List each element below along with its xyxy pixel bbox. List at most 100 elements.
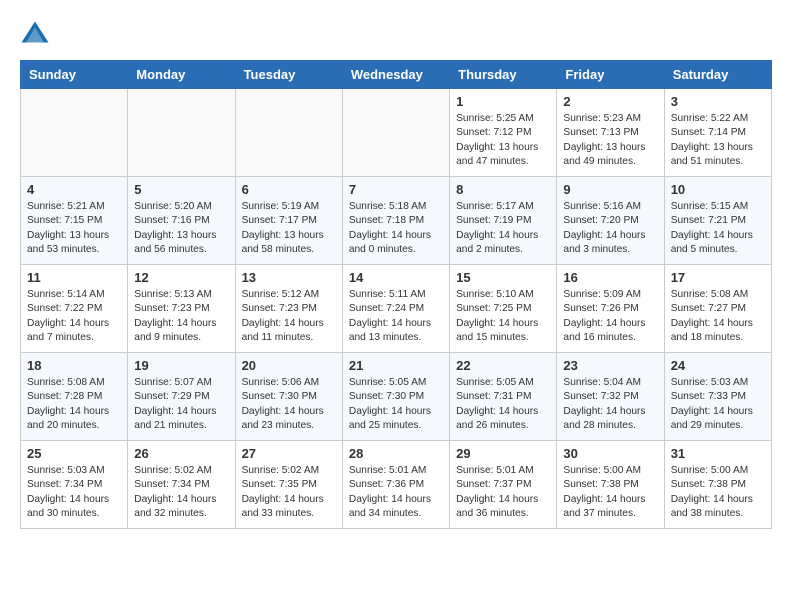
day-number: 19	[134, 358, 228, 373]
calendar-cell: 18 Sunrise: 5:08 AMSunset: 7:28 PMDayligh…	[21, 353, 128, 441]
weekday-header-saturday: Saturday	[664, 61, 771, 89]
day-info: Sunrise: 5:12 AMSunset: 7:23 PMDaylight:…	[242, 288, 336, 345]
day-info: Sunrise: 5:06 AMSunset: 7:30 PMDaylight:…	[242, 376, 336, 433]
week-row-5: 25 Sunrise: 5:03 AMSunset: 7:34 PMDayligh…	[21, 441, 772, 529]
day-info: Sunrise: 5:22 AMSunset: 7:14 PMDaylight:…	[671, 112, 765, 169]
day-number: 1	[456, 94, 550, 109]
calendar-cell: 20 Sunrise: 5:06 AMSunset: 7:30 PMDayligh…	[235, 353, 342, 441]
day-info: Sunrise: 5:05 AMSunset: 7:30 PMDaylight:…	[349, 376, 443, 433]
calendar-cell: 16Sunrise: 5:09 AMSunset: 7:26 PMDayligh…	[557, 265, 664, 353]
day-number: 20	[242, 358, 336, 373]
week-row-2: 4 Sunrise: 5:21 AMSunset: 7:15 PMDaylight…	[21, 177, 772, 265]
page-header	[20, 20, 772, 50]
day-info: Sunrise: 5:14 AMSunset: 7:22 PMDaylight:…	[27, 288, 121, 345]
logo	[20, 20, 54, 50]
day-number: 28	[349, 446, 443, 461]
day-number: 31	[671, 446, 765, 461]
weekday-header-sunday: Sunday	[21, 61, 128, 89]
calendar-cell: 5 Sunrise: 5:20 AMSunset: 7:16 PMDaylight…	[128, 177, 235, 265]
day-number: 27	[242, 446, 336, 461]
day-number: 3	[671, 94, 765, 109]
day-info: Sunrise: 5:18 AMSunset: 7:18 PMDaylight:…	[349, 200, 443, 257]
day-info: Sunrise: 5:09 AMSunset: 7:26 PMDaylight:…	[563, 288, 657, 345]
day-info: Sunrise: 5:00 AMSunset: 7:38 PMDaylight:…	[563, 464, 657, 521]
day-number: 14	[349, 270, 443, 285]
calendar-cell: 31 Sunrise: 5:00 AMSunset: 7:38 PMDayligh…	[664, 441, 771, 529]
calendar-cell: 26 Sunrise: 5:02 AMSunset: 7:34 PMDayligh…	[128, 441, 235, 529]
day-info: Sunrise: 5:15 AMSunset: 7:21 PMDaylight:…	[671, 200, 765, 257]
day-number: 22	[456, 358, 550, 373]
day-info: Sunrise: 5:02 AMSunset: 7:34 PMDaylight:…	[134, 464, 228, 521]
day-number: 6	[242, 182, 336, 197]
calendar-cell: 9 Sunrise: 5:16 AMSunset: 7:20 PMDaylight…	[557, 177, 664, 265]
calendar-cell: 22 Sunrise: 5:05 AMSunset: 7:31 PMDayligh…	[450, 353, 557, 441]
day-number: 13	[242, 270, 336, 285]
day-number: 5	[134, 182, 228, 197]
day-info: Sunrise: 5:21 AMSunset: 7:15 PMDaylight:…	[27, 200, 121, 257]
calendar-cell: 17 Sunrise: 5:08 AMSunset: 7:27 PMDayligh…	[664, 265, 771, 353]
day-info: Sunrise: 5:10 AMSunset: 7:25 PMDaylight:…	[456, 288, 550, 345]
weekday-header-row: SundayMondayTuesdayWednesdayThursdayFrid…	[21, 61, 772, 89]
week-row-1: 1 Sunrise: 5:25 AMSunset: 7:12 PMDaylight…	[21, 89, 772, 177]
calendar-cell: 10 Sunrise: 5:15 AMSunset: 7:21 PMDayligh…	[664, 177, 771, 265]
day-info: Sunrise: 5:23 AMSunset: 7:13 PMDaylight:…	[563, 112, 657, 169]
day-number: 18	[27, 358, 121, 373]
calendar-cell: 3 Sunrise: 5:22 AMSunset: 7:14 PMDaylight…	[664, 89, 771, 177]
calendar-cell: 24Sunrise: 5:03 AMSunset: 7:33 PMDayligh…	[664, 353, 771, 441]
day-info: Sunrise: 5:01 AMSunset: 7:37 PMDaylight:…	[456, 464, 550, 521]
weekday-header-monday: Monday	[128, 61, 235, 89]
day-info: Sunrise: 5:17 AMSunset: 7:19 PMDaylight:…	[456, 200, 550, 257]
day-number: 9	[563, 182, 657, 197]
calendar-cell: 1 Sunrise: 5:25 AMSunset: 7:12 PMDaylight…	[450, 89, 557, 177]
calendar-cell: 23Sunrise: 5:04 AMSunset: 7:32 PMDayligh…	[557, 353, 664, 441]
calendar-cell	[21, 89, 128, 177]
day-number: 10	[671, 182, 765, 197]
day-info: Sunrise: 5:13 AMSunset: 7:23 PMDaylight:…	[134, 288, 228, 345]
calendar-cell: 12 Sunrise: 5:13 AMSunset: 7:23 PMDayligh…	[128, 265, 235, 353]
day-info: Sunrise: 5:20 AMSunset: 7:16 PMDaylight:…	[134, 200, 228, 257]
day-number: 26	[134, 446, 228, 461]
day-info: Sunrise: 5:02 AMSunset: 7:35 PMDaylight:…	[242, 464, 336, 521]
calendar-table: SundayMondayTuesdayWednesdayThursdayFrid…	[20, 60, 772, 529]
calendar-cell	[128, 89, 235, 177]
day-number: 21	[349, 358, 443, 373]
calendar-cell: 21 Sunrise: 5:05 AMSunset: 7:30 PMDayligh…	[342, 353, 449, 441]
calendar-cell: 19 Sunrise: 5:07 AMSunset: 7:29 PMDayligh…	[128, 353, 235, 441]
day-number: 11	[27, 270, 121, 285]
day-number: 25	[27, 446, 121, 461]
day-info: Sunrise: 5:25 AMSunset: 7:12 PMDaylight:…	[456, 112, 550, 169]
day-number: 24	[671, 358, 765, 373]
day-number: 12	[134, 270, 228, 285]
week-row-3: 11 Sunrise: 5:14 AMSunset: 7:22 PMDayligh…	[21, 265, 772, 353]
day-info: Sunrise: 5:00 AMSunset: 7:38 PMDaylight:…	[671, 464, 765, 521]
weekday-header-tuesday: Tuesday	[235, 61, 342, 89]
calendar-cell: 30Sunrise: 5:00 AMSunset: 7:38 PMDayligh…	[557, 441, 664, 529]
day-info: Sunrise: 5:16 AMSunset: 7:20 PMDaylight:…	[563, 200, 657, 257]
calendar-cell: 28 Sunrise: 5:01 AMSunset: 7:36 PMDayligh…	[342, 441, 449, 529]
day-info: Sunrise: 5:03 AMSunset: 7:34 PMDaylight:…	[27, 464, 121, 521]
day-number: 7	[349, 182, 443, 197]
day-info: Sunrise: 5:19 AMSunset: 7:17 PMDaylight:…	[242, 200, 336, 257]
day-info: Sunrise: 5:08 AMSunset: 7:27 PMDaylight:…	[671, 288, 765, 345]
day-info: Sunrise: 5:08 AMSunset: 7:28 PMDaylight:…	[27, 376, 121, 433]
day-number: 15	[456, 270, 550, 285]
weekday-header-wednesday: Wednesday	[342, 61, 449, 89]
calendar-cell: 15 Sunrise: 5:10 AMSunset: 7:25 PMDayligh…	[450, 265, 557, 353]
calendar-cell: 4 Sunrise: 5:21 AMSunset: 7:15 PMDaylight…	[21, 177, 128, 265]
day-number: 17	[671, 270, 765, 285]
week-row-4: 18 Sunrise: 5:08 AMSunset: 7:28 PMDayligh…	[21, 353, 772, 441]
calendar-cell	[342, 89, 449, 177]
calendar-cell: 14Sunrise: 5:11 AMSunset: 7:24 PMDayligh…	[342, 265, 449, 353]
calendar-cell: 2Sunrise: 5:23 AMSunset: 7:13 PMDaylight…	[557, 89, 664, 177]
calendar-cell: 8Sunrise: 5:17 AMSunset: 7:19 PMDaylight…	[450, 177, 557, 265]
calendar-cell: 6 Sunrise: 5:19 AMSunset: 7:17 PMDaylight…	[235, 177, 342, 265]
calendar-cell	[235, 89, 342, 177]
calendar-cell: 25 Sunrise: 5:03 AMSunset: 7:34 PMDayligh…	[21, 441, 128, 529]
day-number: 4	[27, 182, 121, 197]
day-info: Sunrise: 5:04 AMSunset: 7:32 PMDaylight:…	[563, 376, 657, 433]
day-info: Sunrise: 5:05 AMSunset: 7:31 PMDaylight:…	[456, 376, 550, 433]
day-info: Sunrise: 5:01 AMSunset: 7:36 PMDaylight:…	[349, 464, 443, 521]
day-info: Sunrise: 5:07 AMSunset: 7:29 PMDaylight:…	[134, 376, 228, 433]
logo-icon	[20, 20, 50, 50]
calendar-cell: 11 Sunrise: 5:14 AMSunset: 7:22 PMDayligh…	[21, 265, 128, 353]
